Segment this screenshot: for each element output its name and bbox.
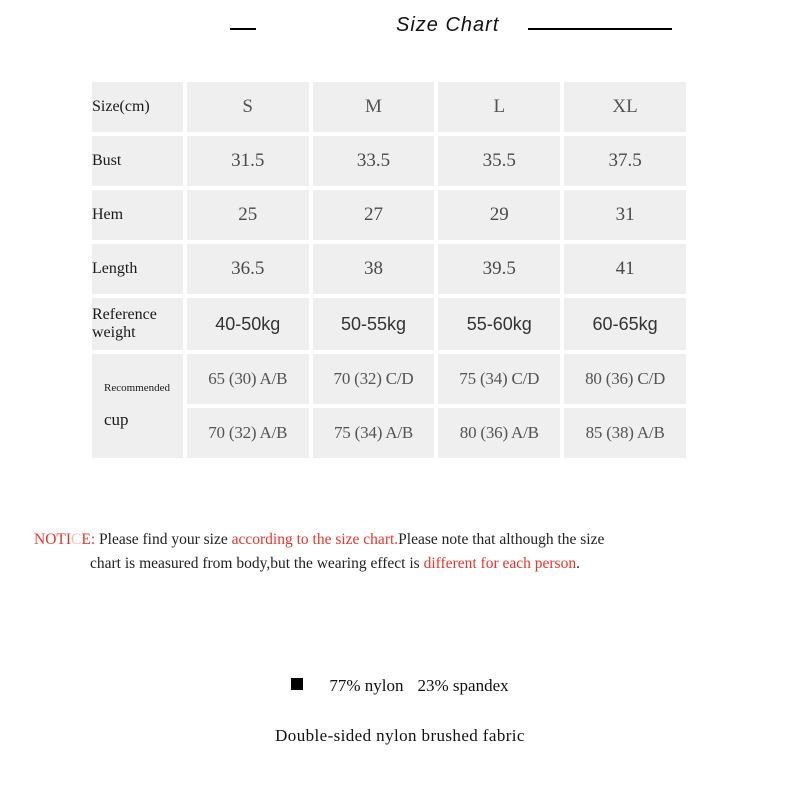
- hem-s: 25: [186, 190, 309, 240]
- notice-highlight-1: according to the size chart.: [231, 531, 399, 548]
- cup-row2-xl: 85 (38) A/B: [564, 408, 686, 458]
- length-s: 36.5: [186, 244, 309, 294]
- weight-l: 55-60kg: [438, 298, 561, 350]
- fabric-info-block: 77% nylon 23% spandex Double-sided nylon …: [0, 676, 800, 746]
- hem-xl: 31: [564, 190, 686, 240]
- notice-block: NOTICE: Please find your size according …: [34, 528, 766, 576]
- notice-text-2: Please note that although the size: [398, 531, 605, 548]
- title-rule-left: [230, 28, 256, 30]
- row-label-recommended-cup: Recommended cup: [92, 354, 183, 458]
- notice-period: .: [576, 555, 580, 573]
- weight-m: 50-55kg: [312, 298, 435, 350]
- cup-row2-l: 80 (36) A/B: [438, 408, 561, 458]
- fabric-nylon: 77% nylon: [329, 676, 404, 695]
- cup-row1-l: 75 (34) C/D: [438, 354, 561, 404]
- header-size-xl: XL: [564, 82, 686, 132]
- bust-l: 35.5: [438, 136, 561, 186]
- hem-m: 27: [312, 190, 435, 240]
- table-row: Bust 31.5 33.5 35.5 37.5: [92, 136, 686, 186]
- row-label-length: Length: [92, 244, 183, 294]
- notice-highlight-2: different for each person: [423, 555, 577, 573]
- notice-label-part1: NOTI: [34, 531, 72, 548]
- cup-row1-s: 65 (30) A/B: [186, 354, 309, 404]
- cup-row1-m: 70 (32) C/D: [312, 354, 435, 404]
- table-row: Recommended cup 65 (30) A/B 70 (32) C/D …: [92, 354, 686, 458]
- header-size-label: Size(cm): [92, 82, 183, 132]
- row-label-bust: Bust: [92, 136, 183, 186]
- notice-line2-text: chart is measured from body,but the wear…: [90, 555, 424, 573]
- reference-weight-line2: weight: [92, 324, 136, 341]
- fabric-composition-row: 77% nylon 23% spandex: [0, 676, 800, 696]
- table-row: Length 36.5 38 39.5 41: [92, 244, 686, 294]
- size-chart-table: Size(cm) S M L XL Bust 31.5 33.5 35.5 37…: [88, 78, 690, 462]
- notice-line-2: chart is measured from body,but the wear…: [34, 552, 766, 576]
- length-l: 39.5: [438, 244, 561, 294]
- bust-s: 31.5: [186, 136, 309, 186]
- cup-row2-m: 75 (34) A/B: [312, 408, 435, 458]
- title-rule-right: [528, 28, 672, 30]
- square-bullet-icon: [291, 678, 304, 690]
- notice-text-1: Please find your size: [95, 531, 232, 548]
- table-row: Reference weight 40-50kg 50-55kg 55-60kg…: [92, 298, 686, 350]
- fabric-spandex: 23% spandex: [417, 676, 509, 695]
- hem-l: 29: [438, 190, 561, 240]
- reference-weight-line1: Reference: [92, 305, 157, 323]
- length-m: 38: [312, 244, 435, 294]
- cup-row1-xl: 80 (36) C/D: [564, 354, 686, 404]
- notice-label-faint: C: [71, 531, 82, 548]
- table-row: Hem 25 27 29 31: [92, 190, 686, 240]
- row-label-reference-weight: Reference weight: [92, 298, 183, 350]
- fabric-description: Double-sided nylon brushed fabric: [275, 726, 525, 745]
- recommended-cup-label-small: Recommended: [104, 382, 170, 394]
- row-label-hem: Hem: [92, 190, 183, 240]
- page-title-bar: Size Chart: [0, 14, 800, 44]
- header-size-m: M: [312, 82, 435, 132]
- weight-xl: 60-65kg: [564, 298, 686, 350]
- page-title: Size Chart: [396, 14, 500, 36]
- length-xl: 41: [564, 244, 686, 294]
- weight-s: 40-50kg: [186, 298, 309, 350]
- header-size-l: L: [438, 82, 561, 132]
- table-header-row: Size(cm) S M L XL: [92, 82, 686, 132]
- header-size-s: S: [186, 82, 309, 132]
- bust-m: 33.5: [312, 136, 435, 186]
- bust-xl: 37.5: [564, 136, 686, 186]
- cup-row2-s: 70 (32) A/B: [186, 408, 309, 458]
- notice-label-part2: E:: [81, 531, 96, 548]
- recommended-cup-label-big: cup: [104, 410, 129, 429]
